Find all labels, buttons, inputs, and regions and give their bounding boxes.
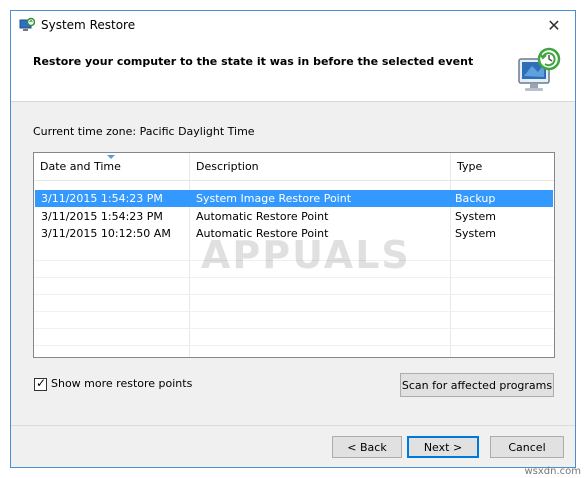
watermark-logo: APPUALS bbox=[201, 233, 411, 277]
back-button-label: < Back bbox=[347, 440, 387, 454]
timezone-label: Current time zone: Pacific Daylight Time bbox=[33, 125, 255, 138]
column-header-description-label: Description bbox=[196, 160, 259, 173]
row-date: 3/11/2015 1:54:23 PM bbox=[41, 210, 163, 223]
system-restore-window: System Restore ✕ Restore your computer t… bbox=[10, 10, 576, 468]
row-gridline bbox=[34, 311, 554, 312]
table-row[interactable]: 3/11/2015 1:54:23 PM Automatic Restore P… bbox=[35, 208, 553, 225]
row-date: 3/11/2015 10:12:50 AM bbox=[41, 227, 171, 240]
restore-monitor-icon bbox=[518, 47, 561, 91]
row-type: System bbox=[455, 227, 497, 240]
scan-affected-programs-button[interactable]: Scan for affected programs bbox=[400, 373, 554, 397]
list-header: Date and Time Description Type bbox=[34, 153, 554, 181]
row-type: System bbox=[455, 210, 497, 223]
table-row[interactable]: 3/11/2015 1:54:23 PM System Image Restor… bbox=[35, 190, 553, 207]
window-title: System Restore bbox=[41, 18, 136, 32]
title-bar[interactable]: System Restore ✕ bbox=[11, 11, 575, 40]
system-restore-icon bbox=[19, 17, 35, 31]
row-type: Backup bbox=[455, 192, 496, 205]
row-description: System Image Restore Point bbox=[196, 192, 352, 205]
header-band: Restore your computer to the state it wa… bbox=[11, 40, 575, 102]
column-header-date[interactable]: Date and Time bbox=[34, 153, 189, 181]
row-gridline bbox=[34, 345, 554, 346]
show-more-checkbox[interactable]: ✓ bbox=[34, 376, 47, 391]
next-button[interactable]: Next > bbox=[407, 436, 479, 458]
column-header-type[interactable]: Type bbox=[451, 153, 554, 181]
row-description: Automatic Restore Point bbox=[196, 210, 329, 223]
column-header-date-label: Date and Time bbox=[40, 160, 121, 173]
sort-arrow-icon bbox=[107, 155, 115, 159]
checkmark-icon: ✓ bbox=[36, 376, 47, 390]
back-button[interactable]: < Back bbox=[332, 436, 402, 458]
scan-button-label: Scan for affected programs bbox=[401, 378, 553, 392]
row-date: 3/11/2015 1:54:23 PM bbox=[41, 192, 163, 205]
source-watermark: wsxdn.com bbox=[524, 466, 581, 477]
column-header-type-label: Type bbox=[457, 160, 483, 173]
row-gridline bbox=[34, 294, 554, 295]
column-header-description[interactable]: Description bbox=[190, 153, 450, 181]
cancel-button[interactable]: Cancel bbox=[490, 436, 564, 458]
close-button[interactable]: ✕ bbox=[533, 11, 575, 40]
row-gridline bbox=[34, 277, 554, 278]
next-button-label: Next > bbox=[423, 440, 463, 454]
row-gridline bbox=[34, 328, 554, 329]
show-more-label[interactable]: Show more restore points bbox=[51, 377, 192, 390]
cancel-button-label: Cancel bbox=[508, 440, 546, 454]
header-heading: Restore your computer to the state it wa… bbox=[33, 55, 474, 68]
close-icon: ✕ bbox=[547, 16, 561, 35]
